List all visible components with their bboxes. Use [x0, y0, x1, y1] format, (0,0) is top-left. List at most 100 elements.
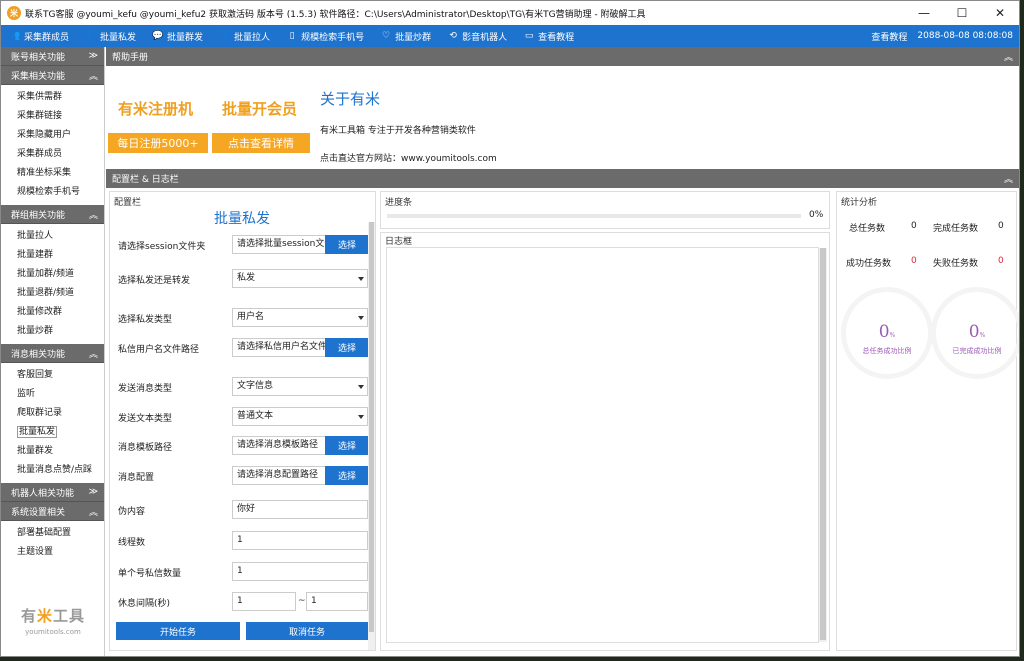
- template-label: 消息模板路径: [118, 443, 173, 453]
- scrollbar-thumb[interactable]: [369, 222, 374, 632]
- promo-register-button[interactable]: 每日注册5000+: [108, 133, 208, 153]
- nav-label: 规模检索手机号: [301, 32, 365, 43]
- sidebar-item[interactable]: 爬取群记录: [1, 404, 104, 423]
- userfile-path-input[interactable]: 请选择私信用户名文件路径: [232, 338, 328, 357]
- sidebar-item[interactable]: 部署基础配置: [1, 524, 104, 543]
- about-title: 关于有米: [320, 90, 381, 108]
- nav-collect-members[interactable]: 👥 采集群成员: [1, 25, 77, 47]
- template-select-button[interactable]: 选择: [325, 436, 369, 455]
- official-site-link[interactable]: 点击直达官方网站：www.youmitools.com: [320, 151, 497, 164]
- nav-tutorial[interactable]: ▭ 查看教程: [515, 25, 582, 47]
- type-value: 用户名: [237, 312, 265, 322]
- nav-bulk-private[interactable]: 👤 批量私发: [77, 25, 144, 47]
- threads-input[interactable]: 1: [232, 531, 368, 550]
- collapse-icon: ︽: [88, 507, 98, 518]
- nav-bulk-group-send[interactable]: 💬 批量群发: [144, 25, 211, 47]
- sidebar-item[interactable]: 采集群链接: [1, 107, 104, 126]
- config-heading: 批量私发: [214, 211, 270, 227]
- total-success-caption: 总任务成功比例: [862, 347, 912, 355]
- config-panel: 配置栏 批量私发 请选择session文件夹 请选择批量session文件夹 选…: [109, 191, 376, 651]
- session-label: 请选择session文件夹: [118, 242, 206, 252]
- collapse-icon: ︽: [88, 210, 98, 221]
- tutorial-link[interactable]: 查看教程: [871, 30, 907, 43]
- texttype-value: 普通文本: [237, 411, 274, 421]
- session-path-input[interactable]: 请选择批量session文件夹: [232, 235, 328, 254]
- title-bar: 米 联系TG客服 @youmi_kefu @youmi_kefu2 获取激活码 …: [1, 1, 1019, 25]
- mode-label: 选择私发还是转发: [118, 276, 191, 286]
- sidebar-item[interactable]: 批量修改群: [1, 303, 104, 322]
- config-log-title: 配置栏 & 日志栏: [112, 175, 179, 185]
- interval-max-input[interactable]: 1: [306, 592, 368, 611]
- expand-icon: ≫: [88, 51, 98, 61]
- msgtype-label: 发送消息类型: [118, 384, 173, 394]
- nav-label: 批量拉人: [234, 32, 271, 43]
- msgcfg-path-input[interactable]: 请选择消息配置路径: [232, 466, 328, 485]
- sidebar: 账号相关功能 ≫ 采集相关功能 ︽ 采集供需群 采集群链接 采集隐藏用户 采集群成员…: [1, 47, 105, 656]
- main-area: 帮助手册 ︽ 有米注册机 每日注册5000+ 批量开会员 点击查看详情 关于有米…: [106, 47, 1019, 656]
- session-select-button[interactable]: 选择: [325, 235, 369, 254]
- msgtype-value: 文字信息: [237, 381, 274, 391]
- config-scrollbar[interactable]: [368, 222, 375, 650]
- minimize-button[interactable]: —: [905, 1, 943, 25]
- log-scrollbar[interactable]: [819, 248, 827, 642]
- config-log-header[interactable]: 配置栏 & 日志栏 ︽: [106, 169, 1019, 188]
- ring-value: 0: [968, 322, 980, 342]
- userfile-label: 私信用户名文件路径: [118, 345, 200, 355]
- sidebar-item[interactable]: 批量消息点赞/点踩: [1, 461, 104, 480]
- template-path-input[interactable]: 请选择消息模板路径: [232, 436, 328, 455]
- sidebar-group-collect[interactable]: 采集相关功能 ︽: [1, 66, 104, 85]
- help-header[interactable]: 帮助手册 ︽: [106, 47, 1019, 66]
- sidebar-item-active[interactable]: 批量私发: [1, 423, 104, 442]
- fake-content-input[interactable]: 你好: [232, 500, 368, 519]
- log-textarea[interactable]: [386, 247, 819, 643]
- sidebar-item[interactable]: 批量建群: [1, 246, 104, 265]
- stats-label: 统计分析: [841, 198, 878, 208]
- group-title: 采集相关功能: [11, 71, 66, 82]
- sidebar-item[interactable]: 采集隐藏用户: [1, 126, 104, 145]
- close-button[interactable]: ✕: [981, 1, 1019, 25]
- sidebar-group-settings[interactable]: 系统设置相关 ︽: [1, 502, 104, 521]
- sidebar-group-groups[interactable]: 群组相关功能 ︽: [1, 205, 104, 224]
- texttype-select[interactable]: 普通文本: [232, 407, 368, 426]
- config-panel-label: 配置栏: [114, 198, 142, 208]
- sidebar-item[interactable]: 批量群发: [1, 442, 104, 461]
- nav-label: 批量群发: [167, 32, 204, 43]
- per-account-input[interactable]: 1: [232, 562, 368, 581]
- log-panel: 日志框: [380, 232, 830, 651]
- sidebar-group-messages[interactable]: 消息相关功能 ︽: [1, 344, 104, 363]
- nav-label: 批量炒群: [395, 32, 432, 43]
- stats-panel: 统计分析 总任务数 0 完成任务数 0 成功任务数 0 失败任务数 0 0% 总…: [836, 191, 1019, 651]
- sidebar-item[interactable]: 主题设置: [1, 543, 104, 562]
- sidebar-item[interactable]: 采集供需群: [1, 88, 104, 107]
- nav-bulk-invite[interactable]: 👤 批量拉人: [211, 25, 278, 47]
- sidebar-item[interactable]: 批量加群/频道: [1, 265, 104, 284]
- nav-phone-search[interactable]: ▯ 规模检索手机号: [278, 25, 372, 47]
- msgcfg-select-button[interactable]: 选择: [325, 466, 369, 485]
- promo-details-button[interactable]: 点击查看详情: [212, 133, 310, 153]
- collapse-icon: ︽: [1003, 53, 1013, 63]
- sidebar-item[interactable]: 采集群成员: [1, 145, 104, 164]
- help-banner: 有米注册机 每日注册5000+ 批量开会员 点击查看详情 关于有米 有米工具箱 …: [106, 66, 1019, 168]
- nav-label: 采集群成员: [24, 32, 70, 43]
- mode-select[interactable]: 私发: [232, 269, 368, 288]
- sidebar-item[interactable]: 客服回复: [1, 366, 104, 385]
- msgtype-select[interactable]: 文字信息: [232, 377, 368, 396]
- interval-min-input[interactable]: 1: [232, 592, 296, 611]
- scrollbar-thumb[interactable]: [820, 248, 826, 640]
- help-title: 帮助手册: [112, 53, 149, 63]
- sidebar-group-account[interactable]: 账号相关功能 ≫: [1, 47, 104, 66]
- sidebar-item[interactable]: 批量拉人: [1, 227, 104, 246]
- sidebar-item[interactable]: 批量炒群: [1, 322, 104, 341]
- maximize-button[interactable]: ☐: [943, 1, 981, 25]
- start-task-button[interactable]: 开始任务: [116, 622, 240, 640]
- sidebar-item[interactable]: 批量退群/频道: [1, 284, 104, 303]
- nav-media-bot[interactable]: ⟲ 影音机器人: [439, 25, 515, 47]
- sidebar-item[interactable]: 规模检索手机号: [1, 183, 104, 202]
- nav-bulk-hype[interactable]: ♡ 批量炒群: [372, 25, 439, 47]
- sidebar-group-bots[interactable]: 机器人相关功能 ≫: [1, 483, 104, 502]
- sidebar-item[interactable]: 精准坐标采集: [1, 164, 104, 183]
- cancel-task-button[interactable]: 取消任务: [246, 622, 368, 640]
- sidebar-item[interactable]: 监听: [1, 385, 104, 404]
- userfile-select-button[interactable]: 选择: [325, 338, 369, 357]
- type-select[interactable]: 用户名: [232, 308, 368, 327]
